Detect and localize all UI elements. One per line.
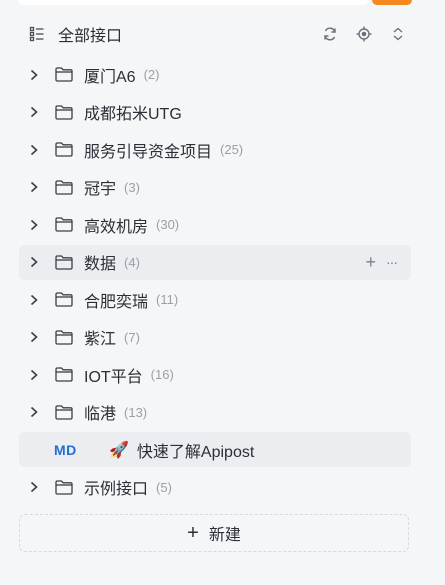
folder-count: (3) — [124, 179, 140, 195]
tree-folder-row[interactable]: 示例接口 (5) — [19, 470, 411, 505]
folder-label: 冠宇 — [84, 181, 117, 198]
tree-header: 全部接口 — [28, 20, 408, 48]
folder-label: 示例接口 — [84, 481, 149, 498]
chevron-right-icon[interactable] — [27, 143, 41, 157]
header-tools — [320, 24, 408, 44]
doc-label: 快速了解Apipost — [136, 443, 255, 461]
interface-tree: 厦门A6 (2) 成都拓米UTG 服务引导资金项目 (25) 冠宇 (3) 高效机房 (30) 数… — [19, 57, 411, 507]
add-child-icon[interactable]: + — [365, 252, 376, 273]
folder-count: (16) — [150, 367, 174, 382]
chevron-right-icon[interactable] — [27, 180, 41, 194]
folder-count: (7) — [124, 329, 140, 345]
folder-label: IOT平台 — [84, 368, 143, 386]
top-add-button[interactable] — [372, 0, 412, 5]
folder-icon — [55, 292, 73, 308]
new-button-label: 新建 — [208, 527, 241, 544]
chevron-right-icon[interactable] — [27, 330, 41, 344]
folder-label: 紫江 — [84, 331, 117, 348]
tree-list-icon — [28, 25, 46, 43]
tree-folder-row[interactable]: 临港 (13) — [19, 395, 411, 430]
rocket-icon: 🚀 — [109, 441, 129, 459]
folder-label: 数据 — [84, 256, 117, 273]
more-icon[interactable]: ··· — [386, 254, 398, 270]
folder-label: 服务引导资金项目 — [84, 143, 213, 161]
chevron-right-icon[interactable] — [27, 105, 41, 119]
md-badge: MD — [54, 441, 77, 458]
folder-icon — [55, 254, 73, 270]
folder-label: 临港 — [84, 406, 117, 423]
tree-folder-row[interactable]: 厦门A6 (2) — [19, 57, 411, 92]
folder-icon — [55, 67, 73, 83]
folder-icon — [55, 179, 73, 195]
folder-count: (4) — [124, 254, 140, 270]
folder-count: (13) — [124, 404, 148, 420]
row-actions: + ··· — [365, 252, 398, 273]
folder-icon — [55, 329, 73, 345]
top-search-strip — [18, 0, 368, 5]
expand-collapse-icon[interactable] — [388, 24, 408, 44]
chevron-right-icon[interactable] — [27, 68, 41, 82]
tree-folder-row[interactable]: 数据 (4) + ··· — [19, 244, 411, 280]
folder-icon — [55, 104, 73, 120]
tree-folder-row[interactable]: 合肥奕瑞 (11) — [19, 282, 411, 317]
chevron-right-icon[interactable] — [27, 405, 41, 419]
folder-label: 合肥奕瑞 — [84, 293, 149, 311]
tree-folder-row[interactable]: 冠宇 (3) — [19, 170, 411, 205]
tree-doc-row[interactable]: MD 🚀 快速了解Apipost — [19, 432, 411, 467]
chevron-right-icon[interactable] — [27, 368, 41, 382]
folder-icon — [55, 404, 73, 420]
tree-folder-row[interactable]: IOT平台 (16) — [19, 357, 411, 392]
folder-count: (25) — [220, 142, 244, 157]
folder-icon — [55, 367, 73, 383]
locate-icon[interactable] — [354, 24, 374, 44]
folder-label: 高效机房 — [84, 218, 149, 236]
folder-icon — [55, 217, 73, 233]
folder-label: 成都拓米UTG — [84, 106, 182, 123]
chevron-right-icon[interactable] — [27, 480, 41, 494]
folder-count: (30) — [156, 217, 180, 232]
plus-icon: + — [187, 522, 199, 544]
new-button[interactable]: + 新建 — [19, 514, 409, 552]
folder-count: (2) — [143, 67, 160, 82]
chevron-right-icon[interactable] — [27, 255, 41, 269]
tree-folder-row[interactable]: 服务引导资金项目 (25) — [19, 132, 411, 167]
tree-folder-row[interactable]: 紫江 (7) — [19, 320, 411, 355]
tree-folder-row[interactable]: 成都拓米UTG — [19, 95, 411, 130]
folder-count: (5) — [156, 479, 172, 495]
folder-count: (11) — [156, 292, 179, 307]
chevron-right-icon[interactable] — [27, 218, 41, 232]
tree-folder-row[interactable]: 高效机房 (30) — [19, 207, 411, 242]
folder-icon — [55, 142, 73, 158]
folder-icon — [55, 479, 73, 495]
refresh-icon[interactable] — [320, 24, 340, 44]
folder-label: 厦门A6 — [84, 68, 136, 86]
page-title: 全部接口 — [58, 28, 123, 45]
chevron-right-icon[interactable] — [27, 293, 41, 307]
